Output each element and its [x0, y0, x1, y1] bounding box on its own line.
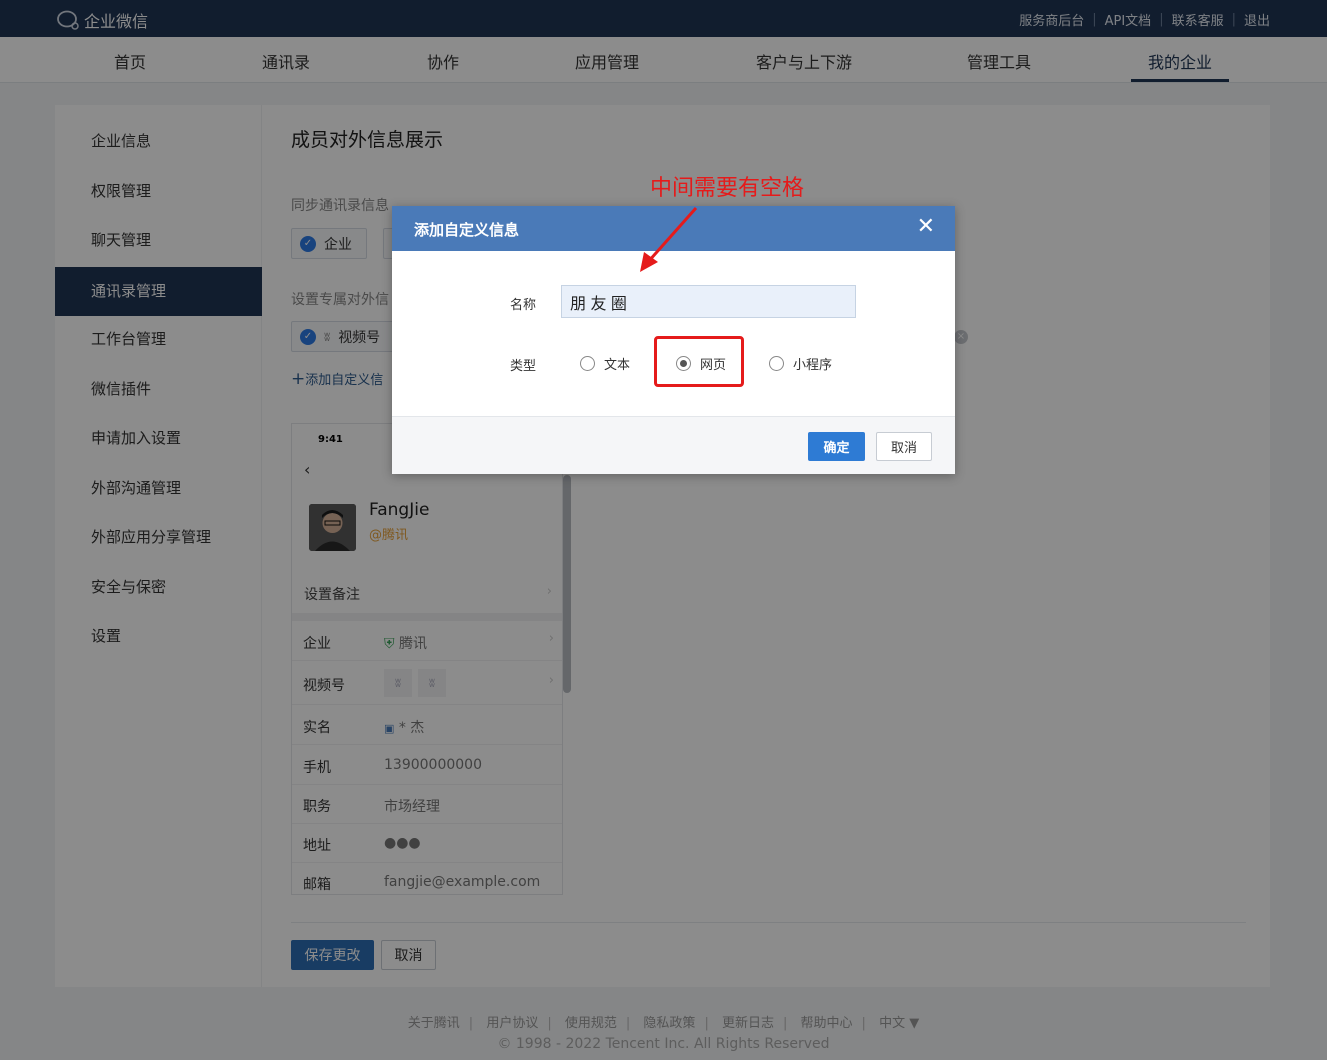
- modal-backdrop: [0, 0, 1327, 1060]
- radio-dot: [769, 356, 784, 371]
- dialog-footer: 确定 取消: [392, 416, 955, 474]
- annotation-text: 中间需要有空格: [650, 176, 805, 201]
- dialog-cancel-button[interactable]: 取消: [876, 432, 932, 461]
- confirm-button[interactable]: 确定: [808, 432, 865, 461]
- radio-mini-program[interactable]: 小程序: [769, 354, 832, 373]
- annotation-arrow-icon: [640, 207, 698, 272]
- radio-label: 小程序: [793, 358, 833, 373]
- type-label: 类型: [510, 359, 537, 374]
- close-icon[interactable]: ✕: [917, 214, 935, 239]
- highlight-box: [654, 336, 744, 387]
- name-input[interactable]: [561, 285, 856, 318]
- dialog-title: 添加自定义信息: [414, 221, 520, 239]
- radio-text[interactable]: 文本: [580, 354, 630, 373]
- radio-dot: [580, 356, 595, 371]
- radio-label: 文本: [604, 358, 631, 373]
- name-label: 名称: [510, 298, 537, 313]
